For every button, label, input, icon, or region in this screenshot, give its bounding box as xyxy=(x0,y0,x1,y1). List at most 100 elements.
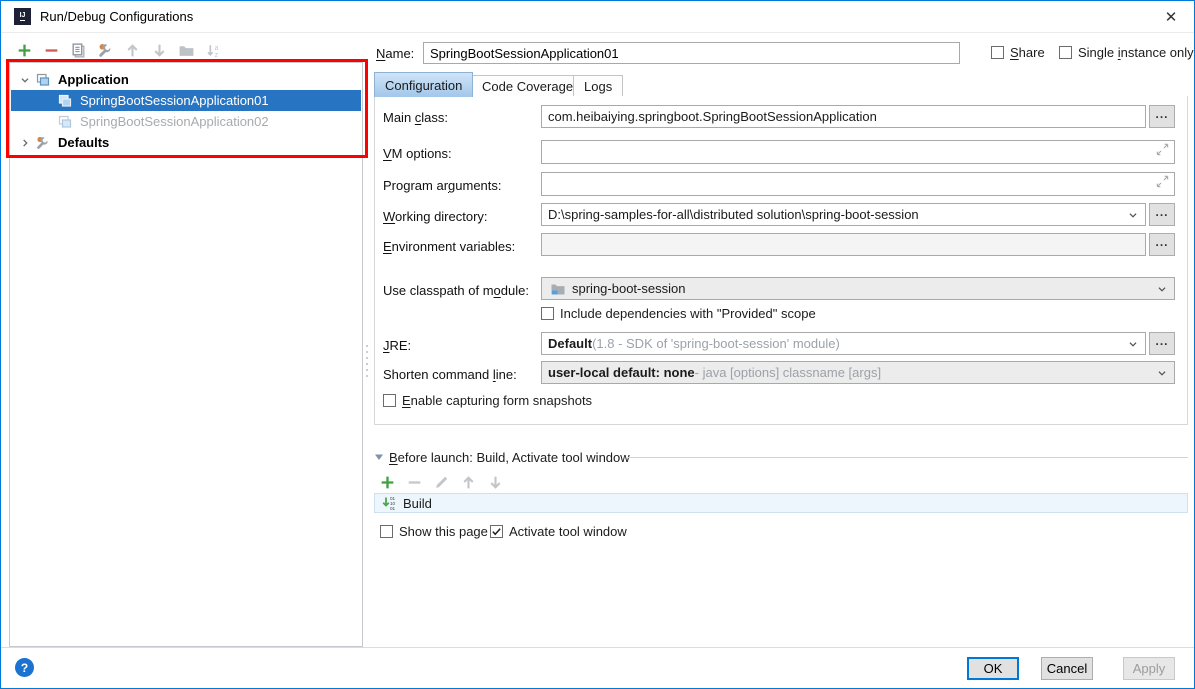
show-this-page-checkbox[interactable]: Show this page xyxy=(380,524,488,539)
expand-field-icon[interactable] xyxy=(1155,174,1170,192)
enable-snapshots-checkbox[interactable]: Enable capturing form snapshots xyxy=(383,393,592,408)
shorten-command-line-label: Shorten command line: xyxy=(383,367,517,382)
chevron-down-icon[interactable] xyxy=(1126,208,1140,225)
working-directory-combo[interactable]: D:\spring-samples-for-all\distributed so… xyxy=(541,203,1146,226)
enable-snapshots-label: Enable capturing form snapshots xyxy=(402,393,592,408)
copy-configuration-button[interactable] xyxy=(69,41,88,60)
configurations-toolbar: az xyxy=(15,41,223,60)
working-directory-browse-button[interactable]: ... xyxy=(1149,203,1175,226)
main-class-field[interactable]: com.heibaiying.springboot.SpringBootSess… xyxy=(541,105,1146,128)
jre-browse-button[interactable]: ... xyxy=(1149,332,1175,355)
chevron-down-icon[interactable] xyxy=(17,73,33,87)
application-type-icon xyxy=(55,91,74,110)
module-icon xyxy=(548,279,567,298)
sort-configurations-button[interactable]: az xyxy=(204,41,223,60)
single-instance-label: Single instance only xyxy=(1078,45,1194,60)
tab-configuration[interactable]: Configuration xyxy=(374,72,473,97)
close-icon[interactable]: ✕ xyxy=(1160,7,1182,27)
share-label: Share xyxy=(1010,45,1045,60)
panel-splitter[interactable] xyxy=(366,345,368,377)
remove-task-button[interactable] xyxy=(405,473,424,492)
chevron-down-icon[interactable] xyxy=(1126,337,1140,354)
main-class-browse-button[interactable]: ... xyxy=(1149,105,1175,128)
program-arguments-field[interactable] xyxy=(541,172,1175,196)
main-class-label: Main class: xyxy=(383,110,448,125)
environment-variables-browse-button[interactable]: ... xyxy=(1149,233,1175,256)
environment-variables-field[interactable] xyxy=(541,233,1146,256)
tree-item-label: SpringBootSessionApplication02 xyxy=(80,114,269,129)
show-this-page-label: Show this page xyxy=(399,524,488,539)
tree-group-application[interactable]: Application xyxy=(11,69,361,90)
footer-separator xyxy=(1,647,1194,648)
before-launch-toolbar xyxy=(378,473,505,492)
defaults-wrench-icon xyxy=(33,133,52,152)
svg-text:01: 01 xyxy=(390,506,396,511)
create-folder-button[interactable] xyxy=(177,41,196,60)
move-up-button[interactable] xyxy=(123,41,142,60)
vm-options-label: VM options: xyxy=(383,146,452,161)
chevron-down-icon[interactable] xyxy=(1155,282,1169,299)
include-provided-checkbox-box[interactable] xyxy=(541,307,554,320)
show-this-page-checkbox-box[interactable] xyxy=(380,525,393,538)
before-launch-separator xyxy=(628,457,1188,458)
tab-logs[interactable]: Logs xyxy=(573,75,623,97)
intellij-logo-icon: IJ xyxy=(14,8,31,25)
share-checkbox[interactable]: Share xyxy=(991,45,1045,60)
tree-item-springbootsessionapplication01[interactable]: SpringBootSessionApplication01 xyxy=(11,90,361,111)
edit-defaults-button[interactable] xyxy=(96,41,115,60)
cancel-button[interactable]: Cancel xyxy=(1041,657,1093,680)
move-task-down-button[interactable] xyxy=(486,473,505,492)
chevron-right-icon[interactable] xyxy=(17,136,33,150)
tab-code-coverage[interactable]: Code Coverage xyxy=(471,75,584,97)
jre-label: JRE: xyxy=(383,338,411,353)
chevron-down-icon[interactable] xyxy=(1155,366,1169,383)
before-launch-header[interactable]: Before launch: Build, Activate tool wind… xyxy=(374,450,630,465)
include-provided-checkbox[interactable]: Include dependencies with "Provided" sco… xyxy=(541,306,816,321)
environment-variables-label: Environment variables: xyxy=(383,239,515,254)
run-debug-configurations-dialog: IJ Run/Debug Configurations ✕ az Applica… xyxy=(0,0,1195,689)
share-checkbox-box[interactable] xyxy=(991,46,1004,59)
move-down-button[interactable] xyxy=(150,41,169,60)
before-launch-title: Before launch: Build, Activate tool wind… xyxy=(389,450,630,465)
application-type-icon xyxy=(33,70,52,89)
configurations-tree: Application SpringBootSessionApplication… xyxy=(9,62,363,647)
dialog-title: Run/Debug Configurations xyxy=(40,9,193,24)
tree-group-label: Defaults xyxy=(58,135,109,150)
activate-tool-window-checkbox[interactable]: Activate tool window xyxy=(490,524,627,539)
application-type-icon xyxy=(55,112,74,131)
tree-item-label: SpringBootSessionApplication01 xyxy=(80,93,269,108)
remove-configuration-button[interactable] xyxy=(42,41,61,60)
tree-group-defaults[interactable]: Defaults xyxy=(11,132,361,153)
edit-task-button[interactable] xyxy=(432,473,451,492)
help-button[interactable]: ? xyxy=(15,658,34,677)
build-task-label: Build xyxy=(403,496,432,511)
add-task-button[interactable] xyxy=(378,473,397,492)
enable-snapshots-checkbox-box[interactable] xyxy=(383,394,396,407)
use-classpath-label: Use classpath of module: xyxy=(383,283,529,298)
working-directory-label: Working directory: xyxy=(383,209,488,224)
expand-field-icon[interactable] xyxy=(1155,142,1170,160)
tree-group-label: Application xyxy=(58,72,129,87)
before-launch-task-build[interactable]: 011001 Build xyxy=(374,493,1188,513)
title-bar: IJ Run/Debug Configurations ✕ xyxy=(1,1,1194,33)
svg-text:z: z xyxy=(215,52,219,59)
use-classpath-combo[interactable]: spring-boot-session xyxy=(541,277,1175,300)
single-instance-checkbox-box[interactable] xyxy=(1059,46,1072,59)
collapse-triangle-icon[interactable] xyxy=(374,450,384,465)
build-icon: 011001 xyxy=(379,494,398,513)
apply-button[interactable]: Apply xyxy=(1123,657,1175,680)
include-provided-label: Include dependencies with "Provided" sco… xyxy=(560,306,816,321)
name-label: Name: xyxy=(376,46,414,61)
program-arguments-label: Program arguments: xyxy=(383,178,502,193)
jre-combo[interactable]: Default (1.8 - SDK of 'spring-boot-sessi… xyxy=(541,332,1146,355)
activate-tool-window-label: Activate tool window xyxy=(509,524,627,539)
tree-item-springbootsessionapplication02[interactable]: SpringBootSessionApplication02 xyxy=(11,111,361,132)
ok-button[interactable]: OK xyxy=(967,657,1019,680)
move-task-up-button[interactable] xyxy=(459,473,478,492)
add-configuration-button[interactable] xyxy=(15,41,34,60)
shorten-command-line-combo[interactable]: user-local default: none - java [options… xyxy=(541,361,1175,384)
name-input[interactable] xyxy=(423,42,960,64)
vm-options-field[interactable] xyxy=(541,140,1175,164)
activate-tool-window-checkbox-box[interactable] xyxy=(490,525,503,538)
single-instance-checkbox[interactable]: Single instance only xyxy=(1059,45,1194,60)
